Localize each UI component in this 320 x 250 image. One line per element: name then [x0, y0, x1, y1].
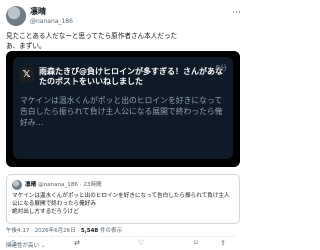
- post-text: 見たことある人だなーと思ってたら原作者さん本人だった あ、まずい。: [6, 32, 178, 50]
- quoted-text: マケインは温水くんがポッと出のヒロインを好きになって告白したら振られて負け主人公…: [12, 193, 230, 215]
- notification-body: マケインは温水くんがポッと出のヒロインを好きになって告白したら振られて負け主人公…: [20, 96, 223, 127]
- quoted-handle: @nanana_186: [37, 182, 78, 188]
- attached-image[interactable]: 𝕏 雨森たきび@負けヒロインが多すぎる！さんがあなたのポストをいいねしました 9…: [6, 51, 240, 167]
- post-header: 凛晴 @nanana_186 ⋯: [6, 6, 241, 28]
- views-label: 件の表示: [98, 228, 122, 234]
- bookmark-icon[interactable]: ⌑: [194, 239, 198, 247]
- notification-card: 𝕏 雨森たきび@負けヒロインが多すぎる！さんがあなたのポストをいいねしました 9…: [13, 57, 233, 159]
- like-icon[interactable]: ♡: [138, 239, 144, 247]
- share-icon[interactable]: ⇪: [220, 239, 226, 247]
- display-name[interactable]: 凛晴: [30, 7, 73, 17]
- views-count: 5,548: [80, 228, 99, 234]
- quoted-post[interactable]: 凛晴 @nanana_186 · 23時間 マケインは温水くんがポッと出のヒロイ…: [6, 174, 240, 224]
- quoted-header: 凛晴 @nanana_186 · 23時間: [25, 180, 102, 190]
- reply-sort-dropdown[interactable]: 関連性が高い ⌄: [6, 241, 45, 249]
- avatar[interactable]: [6, 6, 26, 26]
- post-meta: 午後4:17 · 2026年6月26日 · 5,548 件の表示: [6, 226, 122, 234]
- quoted-separator: ·: [79, 182, 82, 188]
- quoted-time: 23時間: [83, 182, 102, 188]
- x-logo-icon: 𝕏: [19, 67, 34, 82]
- user-handle[interactable]: @nanana_186: [30, 17, 73, 26]
- repost-icon[interactable]: ⇄: [74, 239, 80, 247]
- notification-title: 雨森たきび@負けヒロインが多すぎる！さんがあなたのポストをいいねしました: [39, 67, 223, 86]
- more-options-icon[interactable]: ⋯: [232, 8, 241, 18]
- post-timestamp[interactable]: 午後4:17 · 2026年6月26日 ·: [6, 228, 81, 234]
- quoted-display-name: 凛晴: [25, 182, 37, 188]
- author-names: 凛晴 @nanana_186: [30, 7, 73, 26]
- notification-time: 9分: [215, 64, 227, 72]
- quoted-avatar: [12, 180, 22, 190]
